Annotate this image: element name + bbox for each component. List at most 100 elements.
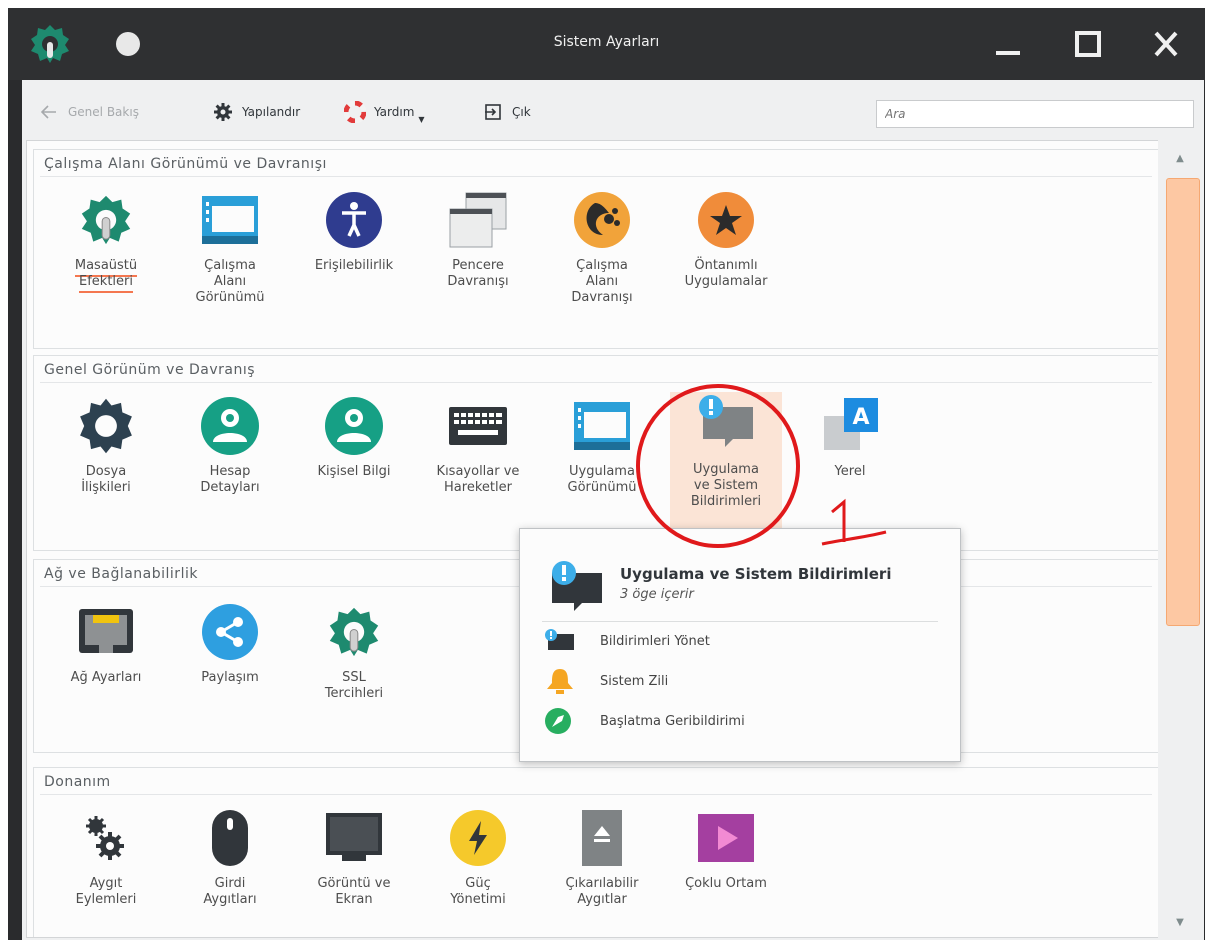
item-label: Güç Yönetimi [450,876,506,907]
help-button[interactable]: Yardım ▼ [344,100,425,124]
popup-title: Uygulama ve Sistem Bildirimleri [620,565,892,583]
launch-feedback-icon [544,707,578,735]
item-display[interactable]: Görüntü ve Ekran [298,806,410,908]
workspace-behavior-icon [570,188,634,252]
item-label: Yerel [834,464,866,479]
popup-subtitle: 3 öge içerir [620,587,694,602]
display-icon [322,806,386,870]
scrollbar[interactable]: ▲ ▼ [1158,140,1202,938]
section-title: Ağ ve Bağlanabilirlik [44,566,198,582]
item-personal-info[interactable]: Kişisel Bilgi [298,394,410,480]
item-accessibility[interactable]: Erişilebilirlik [298,188,410,274]
item-workspace-appearance[interactable]: Çalışma Alanı Görünümü [174,188,286,306]
item-label: Aygıt Eylemleri [75,876,137,907]
section-general-appearance: Genel Görünüm ve Davranış Dosya İlişkile… [33,355,1159,551]
back-button[interactable]: Genel Bakış [38,100,139,124]
section-title: Genel Görünüm ve Davranış [44,362,256,378]
back-label: Genel Bakış [68,105,139,119]
close-button[interactable] [1146,26,1186,62]
help-label: Yardım [374,105,415,119]
item-label: Çoklu Ortam [685,876,767,891]
popup-item-manage-notifications[interactable]: Bildirimleri Yönet [544,627,710,655]
section-divider [40,176,1152,177]
item-removable-devices[interactable]: Çıkarılabilir Aygıtlar [546,806,658,908]
sharing-icon [198,600,262,664]
bell-icon [544,667,578,695]
dropdown-arrow-icon: ▼ [418,114,425,124]
item-shortcuts[interactable]: Kısayollar ve Hareketler [422,394,534,496]
section-divider [40,794,1152,795]
file-associations-icon [74,394,138,458]
section-divider [40,382,1152,383]
maximize-button[interactable] [1068,26,1108,62]
search-input[interactable] [876,100,1194,128]
item-label: Çalışma Alanı Görünümü [195,258,265,305]
multimedia-icon [694,806,758,870]
personal-info-icon [322,394,386,458]
scroll-down-arrow-icon[interactable]: ▼ [1158,908,1202,936]
item-desktop-effects[interactable]: Masaüstü Efektleri [50,188,162,293]
configure-button[interactable]: Yapılandır [212,100,300,124]
item-default-apps[interactable]: Öntanımlı Uygulamalar [670,188,782,290]
item-account-details[interactable]: Hesap Detayları [174,394,286,496]
quit-button[interactable]: Çık [482,100,531,124]
item-network[interactable]: Ağ Ayarları [50,600,162,686]
item-sharing[interactable]: Paylaşım [174,600,286,686]
item-input-devices[interactable]: Girdi Aygıtları [174,806,286,908]
popup-item-launch-feedback[interactable]: Başlatma Geribildirimi [544,707,745,735]
account-details-icon [198,394,262,458]
item-window-behavior[interactable]: Pencere Davranışı [422,188,534,290]
item-device-actions[interactable]: Aygıt Eylemleri [50,806,162,908]
scroll-up-arrow-icon[interactable]: ▲ [1158,144,1202,172]
section-hardware: Donanım Aygıt Eylemleri Girdi Aygıtları [33,767,1159,937]
gear-icon [212,101,234,123]
locale-icon: A [818,394,882,458]
item-multimedia[interactable]: Çoklu Ortam [670,806,782,892]
svg-text:A: A [852,405,869,430]
quit-label: Çık [512,105,531,119]
titlebar[interactable]: Sistem Ayarları [8,8,1205,80]
arrow-left-icon [38,101,60,123]
item-label: Çıkarılabilir Aygıtlar [565,876,639,907]
item-label: SSL Tercihleri [324,670,384,701]
manage-notifications-icon [544,627,578,655]
item-label: Uygulama ve Sistem Bildirimleri [690,462,762,509]
section-workspace: Çalışma Alanı Görünümü ve Davranışı Masa… [33,149,1159,349]
removable-devices-icon [570,806,634,870]
input-devices-icon [198,806,262,870]
power-icon [446,806,510,870]
item-label: Hesap Detayları [200,464,260,495]
exit-icon [482,101,504,123]
window-frame: Sistem Ayarları Genel Bakış Yapılandır Y… [8,8,1205,940]
category-popup: Uygulama ve Sistem Bildirimleri 3 öge iç… [519,528,961,762]
minimize-button[interactable] [988,26,1028,62]
popup-item-system-bell[interactable]: Sistem Zili [544,667,668,695]
desktop-effects-icon [74,188,138,252]
item-label: Çalışma Alanı Davranışı [571,258,633,305]
item-label: Ağ Ayarları [70,670,142,685]
app-appearance-icon [570,394,634,458]
configure-label: Yapılandır [242,105,301,119]
item-power[interactable]: Güç Yönetimi [422,806,534,908]
network-icon [74,600,138,664]
item-label: Paylaşım [201,670,259,685]
toolbar: Genel Bakış Yapılandır Yardım ▼ Çık [22,80,1204,140]
item-app-appearance[interactable]: Uygulama Görünümü [546,394,658,496]
item-file-associations[interactable]: Dosya İlişkileri [50,394,162,496]
popup-divider [542,621,938,622]
item-workspace-behavior[interactable]: Çalışma Alanı Davranışı [546,188,658,306]
notifications-icon [552,561,602,611]
item-label: Uygulama Görünümü [567,464,637,495]
scrollbar-thumb[interactable] [1166,178,1200,626]
shortcuts-icon [446,394,510,458]
main-content: Genel Bakış Yapılandır Yardım ▼ Çık Ara … [22,80,1204,940]
item-label: Görüntü ve Ekran [317,876,391,907]
item-notifications[interactable]: Uygulama ve Sistem Bildirimleri [670,392,782,532]
accessibility-icon [322,188,386,252]
item-label: Kısayollar ve Hareketler [436,464,520,495]
item-label: Dosya İlişkileri [81,464,131,495]
item-locale[interactable]: A Yerel [794,394,906,480]
section-title: Donanım [44,774,111,790]
item-ssl[interactable]: SSL Tercihleri [298,600,410,702]
workspace-appearance-icon [198,188,262,252]
